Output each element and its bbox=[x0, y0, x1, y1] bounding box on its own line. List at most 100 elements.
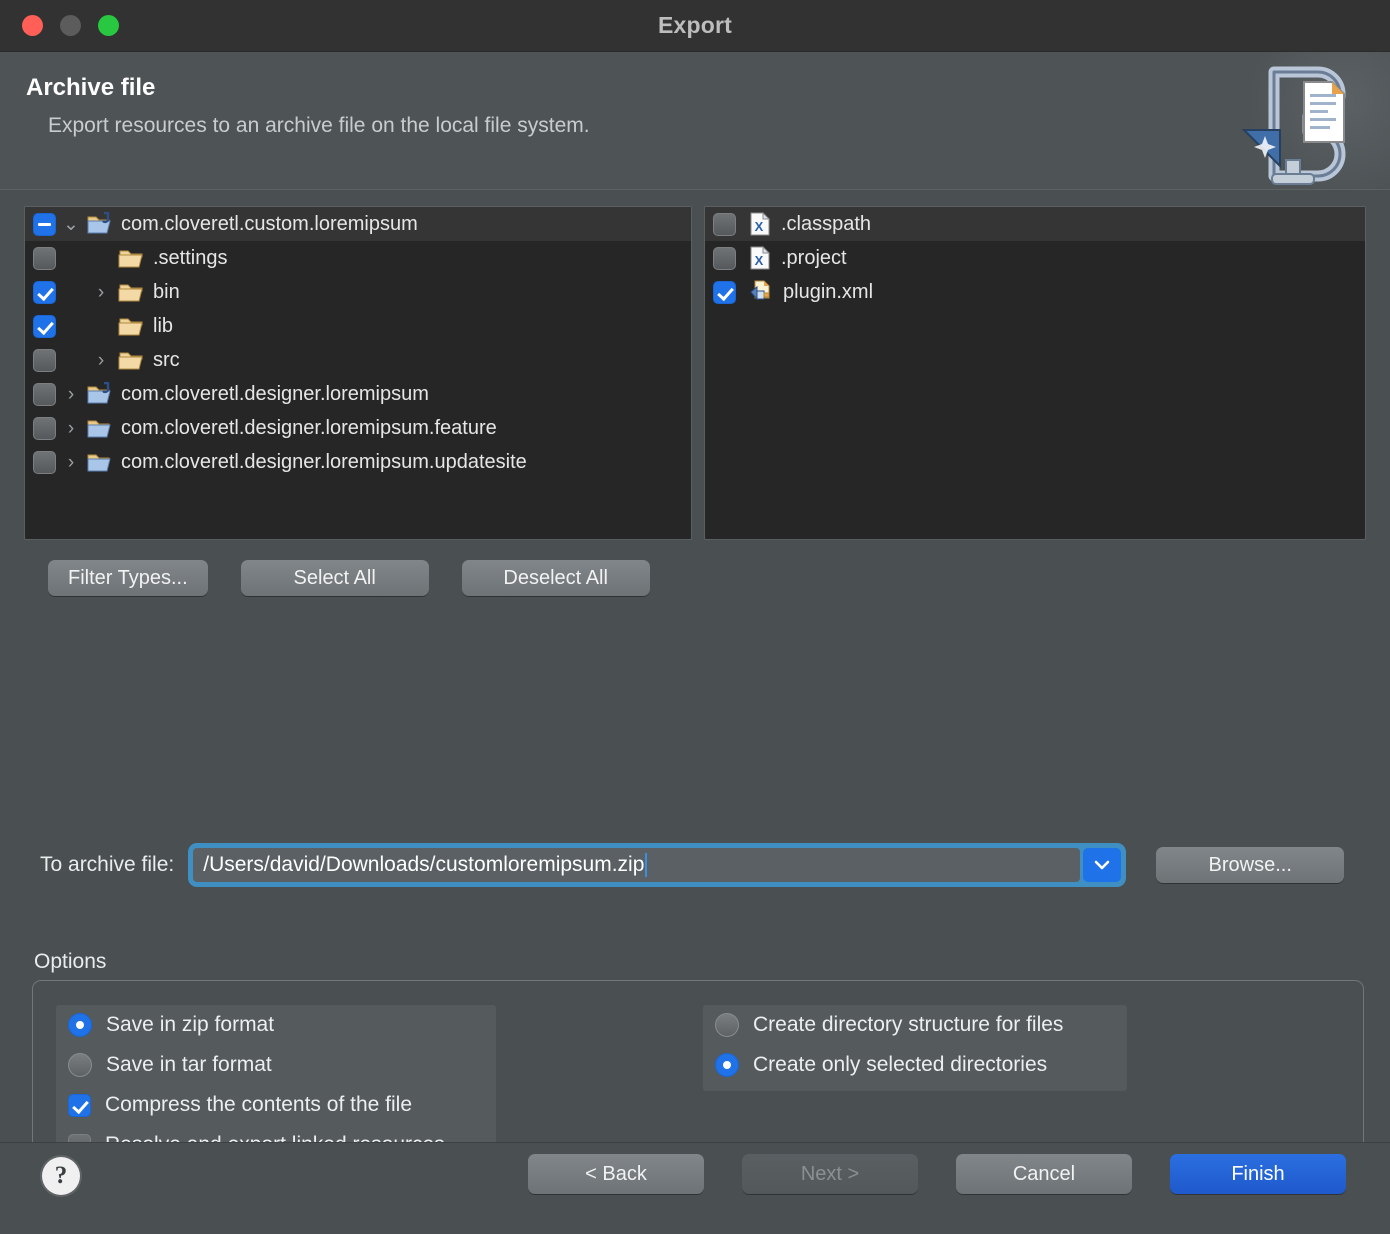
selection-buttons: Filter Types... Select All Deselect All bbox=[48, 560, 650, 596]
text-cursor bbox=[645, 853, 648, 877]
archive-file-row: To archive file: /Users/david/Downloads/… bbox=[40, 843, 1360, 887]
file-checkbox[interactable] bbox=[713, 212, 736, 236]
list-item[interactable]: X .project bbox=[705, 241, 1365, 275]
close-button[interactable] bbox=[22, 15, 43, 36]
archive-file-input[interactable]: /Users/david/Downloads/customloremipsum.… bbox=[193, 848, 1081, 882]
option-label: Compress the contents of the file bbox=[105, 1093, 412, 1116]
twisty-placeholder: › bbox=[56, 317, 86, 336]
svg-text:X: X bbox=[755, 219, 764, 234]
list-item[interactable]: X .classpath bbox=[705, 207, 1365, 241]
chevron-right-icon[interactable]: › bbox=[56, 453, 86, 472]
option-compress-contents[interactable]: Compress the contents of the file bbox=[56, 1085, 496, 1125]
tree-row-label: com.cloveretl.designer.loremipsum.featur… bbox=[121, 416, 497, 439]
tree-row-label: .settings bbox=[153, 246, 228, 269]
deselect-all-button[interactable]: Deselect All bbox=[461, 560, 650, 596]
project-icon bbox=[86, 416, 112, 440]
tree-row-label: lib bbox=[153, 314, 174, 337]
help-icon[interactable]: ? bbox=[42, 1157, 80, 1195]
radio-save-tar[interactable] bbox=[68, 1053, 92, 1077]
cancel-button[interactable]: Cancel bbox=[956, 1154, 1132, 1194]
archive-file-combo[interactable]: /Users/david/Downloads/customloremipsum.… bbox=[188, 843, 1127, 887]
twisty-placeholder: › bbox=[56, 249, 86, 268]
filter-types-button[interactable]: Filter Types... bbox=[48, 560, 208, 596]
zoom-button[interactable] bbox=[98, 15, 119, 36]
browse-button[interactable]: Browse... bbox=[1156, 847, 1345, 883]
chevron-right-icon[interactable]: › bbox=[86, 351, 116, 370]
folder-icon bbox=[118, 281, 144, 303]
window-title: Export bbox=[657, 12, 733, 38]
option-label: Save in tar format bbox=[106, 1053, 272, 1076]
tree-checkbox[interactable] bbox=[33, 280, 56, 304]
svg-text:X: X bbox=[755, 253, 764, 268]
wizard-header: Archive file Export resources to an arch… bbox=[0, 52, 1390, 190]
tree-row[interactable]: › .settings bbox=[25, 241, 691, 275]
folder-icon bbox=[118, 349, 144, 371]
finish-button[interactable]: Finish bbox=[1170, 1154, 1346, 1194]
indent-spacer: › bbox=[86, 351, 118, 370]
file-list[interactable]: X .classpath X .project plugin.xml bbox=[704, 206, 1366, 540]
radio-create-directory-structure[interactable] bbox=[715, 1013, 739, 1037]
tree-checkbox[interactable] bbox=[33, 382, 56, 406]
traffic-lights bbox=[22, 15, 119, 36]
options-group-title: Options bbox=[24, 950, 117, 974]
tree-row[interactable]: › com.cloveretl.designer.loremipsum bbox=[25, 377, 691, 411]
option-save-tar[interactable]: Save in tar format bbox=[56, 1045, 496, 1085]
list-item[interactable]: plugin.xml bbox=[705, 275, 1365, 309]
indent-spacer: › bbox=[86, 283, 118, 302]
tree-checkbox[interactable] bbox=[33, 450, 56, 474]
chevron-right-icon[interactable]: › bbox=[86, 283, 116, 302]
page-description: Export resources to an archive file on t… bbox=[48, 114, 590, 137]
twisty-placeholder: › bbox=[56, 283, 86, 302]
tree-row[interactable]: › › bin bbox=[25, 275, 691, 309]
xml-file-icon: X bbox=[748, 245, 772, 271]
option-create-directory-structure[interactable]: Create directory structure for files bbox=[703, 1005, 1127, 1045]
folder-icon bbox=[118, 247, 144, 269]
option-create-selected-directories[interactable]: Create only selected directories bbox=[703, 1045, 1127, 1085]
chevron-right-icon[interactable]: › bbox=[56, 385, 86, 404]
tree-row[interactable]: › lib bbox=[25, 309, 691, 343]
tree-row-label: com.cloveretl.designer.loremipsum bbox=[121, 382, 429, 405]
radio-save-zip[interactable] bbox=[68, 1013, 92, 1037]
file-checkbox[interactable] bbox=[713, 280, 736, 304]
dialog-footer: ? < Back Next > Cancel Finish bbox=[0, 1142, 1390, 1234]
resource-tree[interactable]: ⌄ com.cloveretl.custom.loremipsum › bbox=[24, 206, 692, 540]
radio-create-selected-directories[interactable] bbox=[715, 1053, 739, 1077]
xml-file-icon: X bbox=[748, 211, 772, 237]
folder-icon bbox=[118, 315, 144, 337]
tree-checkbox[interactable] bbox=[33, 416, 56, 440]
select-all-button[interactable]: Select All bbox=[240, 560, 429, 596]
tree-checkbox[interactable] bbox=[33, 314, 56, 338]
tree-row-label: com.cloveretl.designer.loremipsum.update… bbox=[121, 450, 527, 473]
tree-row[interactable]: › com.cloveretl.designer.loremipsum.upda… bbox=[25, 445, 691, 479]
tree-row[interactable]: ⌄ com.cloveretl.custom.loremipsum bbox=[25, 207, 691, 241]
chevron-down-icon[interactable] bbox=[1083, 848, 1122, 882]
option-label: Save in zip format bbox=[106, 1013, 275, 1036]
archive-file-label: To archive file: bbox=[40, 853, 175, 876]
next-button: Next > bbox=[742, 1154, 918, 1194]
options-right-panel: Create directory structure for files Cre… bbox=[703, 1005, 1127, 1091]
file-checkbox[interactable] bbox=[713, 246, 736, 270]
minimize-button[interactable] bbox=[60, 15, 81, 36]
back-button[interactable]: < Back bbox=[528, 1154, 704, 1194]
list-item-label: plugin.xml bbox=[783, 280, 874, 303]
option-save-zip[interactable]: Save in zip format bbox=[56, 1005, 496, 1045]
tree-row-label: bin bbox=[153, 280, 180, 303]
archive-file-value: /Users/david/Downloads/customloremipsum.… bbox=[203, 853, 645, 876]
archive-export-wizard-icon bbox=[1238, 52, 1390, 189]
tree-checkbox[interactable] bbox=[33, 212, 56, 236]
tree-row-label: com.cloveretl.custom.loremipsum bbox=[121, 212, 418, 235]
tree-checkbox[interactable] bbox=[33, 246, 56, 270]
page-title: Archive file bbox=[26, 74, 156, 101]
java-project-icon bbox=[86, 212, 112, 236]
option-label: Create directory structure for files bbox=[753, 1013, 1064, 1036]
tree-row[interactable]: › com.cloveretl.designer.loremipsum.feat… bbox=[25, 411, 691, 445]
chevron-down-icon[interactable]: ⌄ bbox=[56, 215, 86, 234]
project-icon bbox=[86, 450, 112, 474]
java-project-icon bbox=[86, 382, 112, 406]
tree-checkbox[interactable] bbox=[33, 348, 56, 372]
checkbox-compress-contents[interactable] bbox=[68, 1093, 91, 1117]
selection-panes: ⌄ com.cloveretl.custom.loremipsum › bbox=[24, 206, 1366, 540]
chevron-right-icon[interactable]: › bbox=[56, 419, 86, 438]
tree-row[interactable]: › › src bbox=[25, 343, 691, 377]
twisty-placeholder: › bbox=[56, 351, 86, 370]
